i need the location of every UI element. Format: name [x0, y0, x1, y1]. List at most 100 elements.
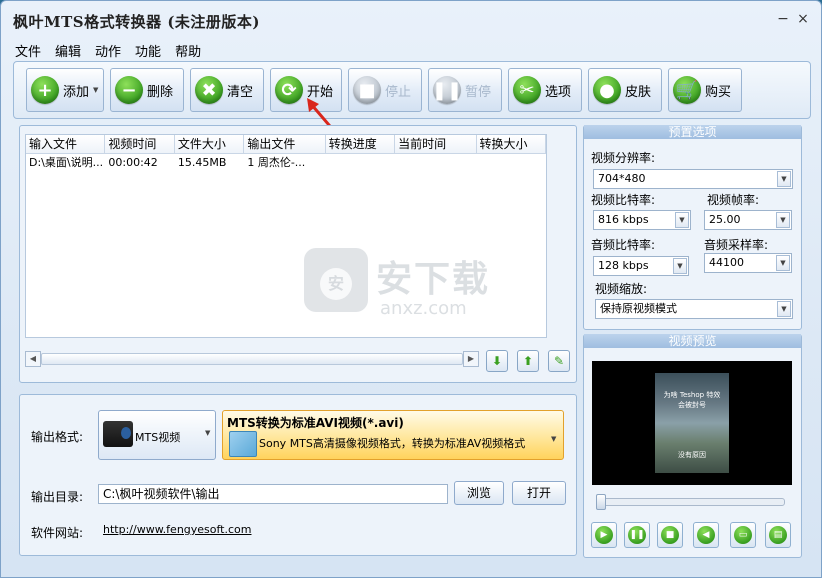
options-button[interactable]: ✂ 选项	[508, 68, 582, 112]
watermark-logo: 安 安下载 anxz.com	[304, 248, 524, 328]
table-cell: 00:00:42	[108, 156, 158, 169]
watermark-url: anxz.com	[380, 298, 467, 319]
chevron-down-icon: ▼	[93, 86, 99, 94]
volume-button[interactable]: ◀	[693, 522, 719, 548]
output-dir-input[interactable]: C:\枫叶视频软件\输出	[98, 484, 448, 504]
preview-stop-button[interactable]: ■	[657, 522, 683, 548]
format-button[interactable]: MTS视频 ▼	[98, 410, 216, 460]
horizontal-scrollbar[interactable]: ◀ ▶	[25, 351, 479, 367]
menu-edit[interactable]: 编辑	[53, 41, 83, 60]
resolution-select[interactable]: 704*480 ▼	[593, 169, 793, 189]
format-description: Sony MTS高清摄像视频格式，转换为标准AV视频格式	[259, 437, 526, 450]
column-header[interactable]: 转换进度	[326, 135, 396, 153]
column-header[interactable]: 当前时间	[395, 135, 477, 153]
toolbar: + 添加 ▼ − 删除 ✖ 清空 ⟳ 开始 ■ 停止 ❚❚ 暂停 ✂ 选项 ●	[13, 61, 811, 119]
move-down-button[interactable]: ⬇	[486, 350, 508, 372]
table-header: 输入文件 视频时间 文件大小 输出文件 转换进度 当前时间 转换大小	[26, 135, 547, 154]
scale-select[interactable]: 保持原视频模式 ▼	[595, 299, 793, 319]
menu-action[interactable]: 动作	[93, 41, 123, 60]
chevron-down-icon[interactable]: ▼	[776, 212, 790, 228]
play-icon: ▶	[595, 526, 613, 544]
screen-icon: ▭	[734, 526, 752, 544]
clear-label: 清空	[227, 84, 254, 100]
delete-label: 删除	[147, 84, 174, 100]
tools-icon: ✂	[513, 76, 541, 104]
arrow-down-icon: ⬇	[491, 354, 503, 368]
chevron-down-icon[interactable]: ▼	[777, 301, 791, 317]
column-header[interactable]: 转换大小	[477, 135, 547, 153]
column-header[interactable]: 输出文件	[244, 135, 326, 153]
close-button[interactable]: ×	[795, 11, 811, 27]
move-up-button[interactable]: ⬆	[517, 350, 539, 372]
add-button[interactable]: + 添加 ▼	[26, 68, 104, 112]
column-header[interactable]: 视频时间	[105, 135, 175, 153]
output-dir-label: 输出目录:	[31, 490, 84, 504]
samplerate-value: 44100	[709, 256, 744, 269]
format-info[interactable]: MTS转换为标准AVI视频(*.avi) Sony MTS高清摄像视频格式，转换…	[222, 410, 564, 460]
table-cell: 1 周杰伦-...	[247, 156, 306, 169]
fps-value: 25.00	[709, 213, 741, 226]
speaker-icon: ◀	[697, 526, 715, 544]
menu-function[interactable]: 功能	[133, 41, 163, 60]
preview-pause-button[interactable]: ❚❚	[624, 522, 650, 548]
browse-button[interactable]: 浏览	[454, 481, 504, 505]
delete-button[interactable]: − 删除	[110, 68, 184, 112]
skin-button[interactable]: ● 皮肤	[588, 68, 662, 112]
scroll-track[interactable]	[41, 353, 463, 365]
seek-slider[interactable]	[596, 494, 785, 510]
snapshot-button[interactable]: ▭	[730, 522, 756, 548]
stop-icon: ■	[661, 526, 679, 544]
website-label: 软件网站:	[31, 526, 84, 540]
clear-button[interactable]: ✖ 清空	[190, 68, 264, 112]
menu-file[interactable]: 文件	[13, 41, 43, 60]
chevron-down-icon[interactable]: ▼	[675, 212, 689, 228]
table-cell	[326, 154, 395, 172]
stop-button[interactable]: ■ 停止	[348, 68, 422, 112]
open-button[interactable]: 打开	[512, 481, 566, 505]
resolution-value: 704*480	[598, 172, 646, 185]
preview-caption-1: 为啥 Teshop 特效	[663, 391, 721, 399]
video-bitrate-select[interactable]: 816 kbps ▼	[593, 210, 691, 230]
chevron-down-icon: ▼	[551, 435, 557, 443]
audio-bitrate-value: 128 kbps	[598, 259, 649, 272]
menu-bar: 文件 编辑 动作 功能 帮助	[13, 41, 203, 60]
chevron-down-icon[interactable]: ▼	[777, 171, 791, 187]
table-cell	[477, 154, 546, 172]
audio-bitrate-label: 音频比特率:	[591, 238, 656, 252]
resolution-label: 视频分辨率:	[591, 151, 656, 165]
preview-frame: 为啥 Teshop 特效 会被封号 没有原因	[655, 373, 729, 473]
open-folder-button[interactable]: ▤	[765, 522, 791, 548]
column-header[interactable]: 文件大小	[175, 135, 245, 153]
format-title: MTS转换为标准AVI视频(*.avi)	[227, 416, 404, 430]
column-header[interactable]: 输入文件	[26, 135, 106, 153]
play-button[interactable]: ▶	[591, 522, 617, 548]
website-link[interactable]: http://www.fengyesoft.com	[103, 523, 252, 536]
table-row[interactable]: D:\桌面\说明... 00:00:42 15.45MB 1 周杰伦-...	[26, 154, 546, 172]
audio-bitrate-select[interactable]: 128 kbps ▼	[593, 256, 689, 276]
skin-label: 皮肤	[625, 84, 652, 100]
scroll-right-icon[interactable]: ▶	[463, 351, 479, 367]
chevron-down-icon[interactable]: ▼	[673, 258, 687, 274]
arrow-up-icon: ⬆	[522, 354, 534, 368]
edit-button[interactable]: ✎	[548, 350, 570, 372]
plus-icon: +	[31, 76, 59, 104]
menu-help[interactable]: 帮助	[173, 41, 203, 60]
table-cell: 15.45MB	[177, 156, 227, 169]
preview-title: 视频预览	[584, 334, 801, 348]
watermark-text: 安下载	[376, 259, 491, 300]
scroll-left-icon[interactable]: ◀	[25, 351, 41, 367]
file-icon	[229, 431, 257, 457]
minimize-button[interactable]: −	[775, 11, 791, 27]
buy-button[interactable]: 🛒 购买	[668, 68, 742, 112]
bag-icon: 安	[304, 248, 368, 312]
table-cell	[395, 154, 476, 172]
chevron-down-icon[interactable]: ▼	[776, 255, 790, 271]
buy-label: 购买	[705, 84, 732, 100]
options-label: 选项	[545, 84, 572, 100]
pause-button[interactable]: ❚❚ 暂停	[428, 68, 502, 112]
video-preview: 为啥 Teshop 特效 会被封号 没有原因	[592, 361, 792, 485]
minus-icon: −	[115, 76, 143, 104]
slider-thumb[interactable]	[596, 494, 606, 510]
fps-select[interactable]: 25.00 ▼	[704, 210, 792, 230]
samplerate-select[interactable]: 44100 ▼	[704, 253, 792, 273]
